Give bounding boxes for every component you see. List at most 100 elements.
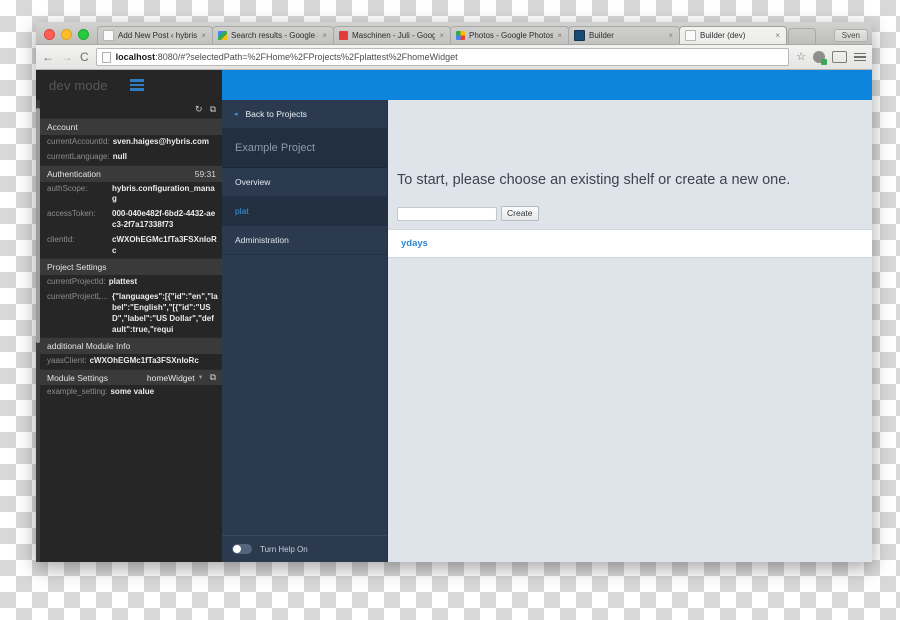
new-tab-button[interactable] [788, 28, 816, 44]
tab-label: Builder (dev) [700, 31, 746, 40]
browser-tab-active[interactable]: Builder (dev) × [679, 26, 787, 44]
minimize-window-button[interactable] [61, 29, 72, 40]
chevron-left-icon: ◂ [234, 110, 238, 118]
dev-panel-scrollbar[interactable] [36, 100, 40, 562]
back-to-projects-link[interactable]: ◂ Back to Projects [222, 100, 387, 129]
section-title: Project Settings [47, 262, 107, 273]
kv-row: yaasClient: cWXOhEGMc1fTa3FSXnIoRc [40, 354, 222, 369]
music-icon [339, 31, 348, 40]
dev-panel-toolbar: ↻ ⧉ [40, 100, 222, 118]
edit-icon[interactable]: ⧉ [210, 104, 216, 114]
section-title: Authentication [47, 168, 101, 179]
forward-icon[interactable]: → [61, 51, 73, 63]
section-title: Module Settings [47, 372, 108, 383]
sidebar-item-plat[interactable]: plat [222, 197, 387, 226]
tab-label: Builder [589, 31, 614, 40]
refresh-icon[interactable]: ↻ [195, 104, 203, 114]
browser-toolbar: ← → C localhost:8080/#?selectedPath=%2FH… [36, 45, 872, 70]
kv-value: sven.haiges@hybris.com [112, 137, 209, 146]
kv-value: 000-040e482f-6bd2-4432-aec3-2f7a17338f73 [112, 209, 216, 229]
close-icon[interactable]: × [557, 31, 562, 40]
builder-app: ◂ Back to Projects Example Project Overv… [222, 70, 872, 562]
extension-icon[interactable] [813, 51, 827, 65]
dev-mode-header: dev mode [36, 70, 222, 100]
tab-label: Search results - Google Dr [231, 31, 319, 40]
builder-icon [574, 30, 585, 41]
page-root: Add New Post ‹ hybris lab × Search resul… [0, 0, 900, 620]
url-path: :8080/#?selectedPath=%2FHome%2FProjects%… [155, 52, 458, 62]
toggle-knob [233, 545, 241, 553]
scrollbar-thumb[interactable] [36, 108, 40, 343]
kv-value: hybris.configuration_manag [112, 183, 215, 204]
close-icon[interactable]: × [439, 31, 444, 40]
close-icon[interactable]: × [322, 31, 327, 40]
tab-label: Photos - Google Photos [469, 31, 554, 40]
kv-row: accessToken: 000-040e482f-6bd2-4432-aec3… [40, 207, 222, 233]
app-sidebar: ◂ Back to Projects Example Project Overv… [222, 100, 388, 562]
kv-value: {"languages":[{"id":"en","label":"Englis… [112, 292, 218, 334]
close-icon[interactable]: × [668, 31, 673, 40]
shelf-list: ydays [388, 229, 872, 258]
section-title: Account [47, 122, 78, 132]
dev-mode-body: ↻ ⧉ Account currentAccountId: sven.haige… [36, 100, 222, 562]
browser-tab[interactable]: Builder × [568, 26, 680, 44]
app-top-banner [222, 70, 872, 100]
kv-key: currentAccountId: [47, 137, 110, 146]
sidebar-item-overview[interactable]: Overview [222, 168, 387, 197]
sidebar-spacer [222, 255, 387, 535]
content-bottom-area [388, 258, 872, 562]
close-icon[interactable]: × [775, 31, 780, 40]
browser-profile-button[interactable]: Sven [833, 29, 868, 42]
external-link-icon[interactable]: ⧉ [210, 372, 216, 383]
google-drive-icon [218, 31, 227, 40]
section-header-account: Account [40, 118, 222, 135]
kv-row: currentProjectId: plattest [40, 275, 222, 290]
close-icon[interactable]: × [201, 31, 206, 40]
kv-row: clientId: cWXOhEGMc1fTa3FSXnIoRc [40, 233, 222, 259]
star-icon[interactable]: ☆ [796, 51, 806, 63]
doc-icon [685, 30, 696, 41]
browser-tab[interactable]: Photos - Google Photos × [450, 26, 569, 44]
create-button[interactable]: Create [501, 206, 539, 221]
section-header-authentication: Authentication 59:31 [40, 164, 222, 182]
kv-row: currentProjectL... {"languages":[{"id":"… [40, 290, 222, 337]
module-select[interactable]: homeWidget ▼ [147, 373, 204, 383]
kv-value: some value [110, 387, 155, 397]
browser-tab[interactable]: Add New Post ‹ hybris lab × [97, 26, 213, 44]
shelf-name-input[interactable] [397, 206, 497, 221]
kv-key: clientId: [47, 234, 75, 244]
kv-row: authScope: hybris.configuration_manag [40, 182, 222, 208]
kv-key: example_setting: [47, 387, 108, 397]
list-item[interactable]: ydays [388, 230, 872, 257]
sidebar-project-name: Example Project [222, 129, 387, 168]
address-bar[interactable]: localhost:8080/#?selectedPath=%2FHome%2F… [95, 48, 790, 66]
reload-icon[interactable]: C [80, 51, 89, 63]
create-shelf-row: Create [388, 188, 872, 221]
section-header-project-settings: Project Settings [40, 258, 222, 276]
maximize-window-button[interactable] [78, 29, 89, 40]
help-toggle[interactable] [232, 544, 252, 554]
kv-value: cWXOhEGMc1fTa3FSXnIoRc [112, 234, 217, 255]
kv-row: currentAccountId: sven.haiges@hybris.com [40, 135, 222, 150]
hamburger-icon[interactable] [129, 79, 144, 91]
turn-help-on-row[interactable]: Turn Help On [222, 535, 387, 562]
browser-tab[interactable]: Maschinen - Juli - Google × [333, 26, 451, 44]
section-title: additional Module Info [47, 341, 131, 352]
back-icon[interactable]: ← [42, 51, 54, 63]
kv-row: currentLanguage: null [40, 150, 222, 165]
sidebar-item-administration[interactable]: Administration [222, 226, 387, 255]
kv-value: null [112, 151, 127, 161]
tab-label: Add New Post ‹ hybris lab [118, 31, 198, 40]
section-header-additional-module-info: additional Module Info [40, 337, 222, 355]
section-header-module-settings: Module Settings homeWidget ▼ ⧉ [40, 369, 222, 386]
cast-icon[interactable] [832, 51, 847, 63]
app-content: To start, please choose an existing shel… [388, 100, 872, 562]
tab-label: Maschinen - Juli - Google [352, 31, 436, 40]
kv-key: currentProjectL... [47, 292, 108, 302]
chevron-down-icon: ▼ [197, 374, 204, 381]
window-traffic-lights [36, 29, 97, 44]
close-window-button[interactable] [44, 29, 55, 40]
chrome-menu-icon[interactable] [854, 52, 866, 62]
kv-value: plattest [108, 277, 138, 287]
browser-tab[interactable]: Search results - Google Dr × [212, 26, 334, 44]
